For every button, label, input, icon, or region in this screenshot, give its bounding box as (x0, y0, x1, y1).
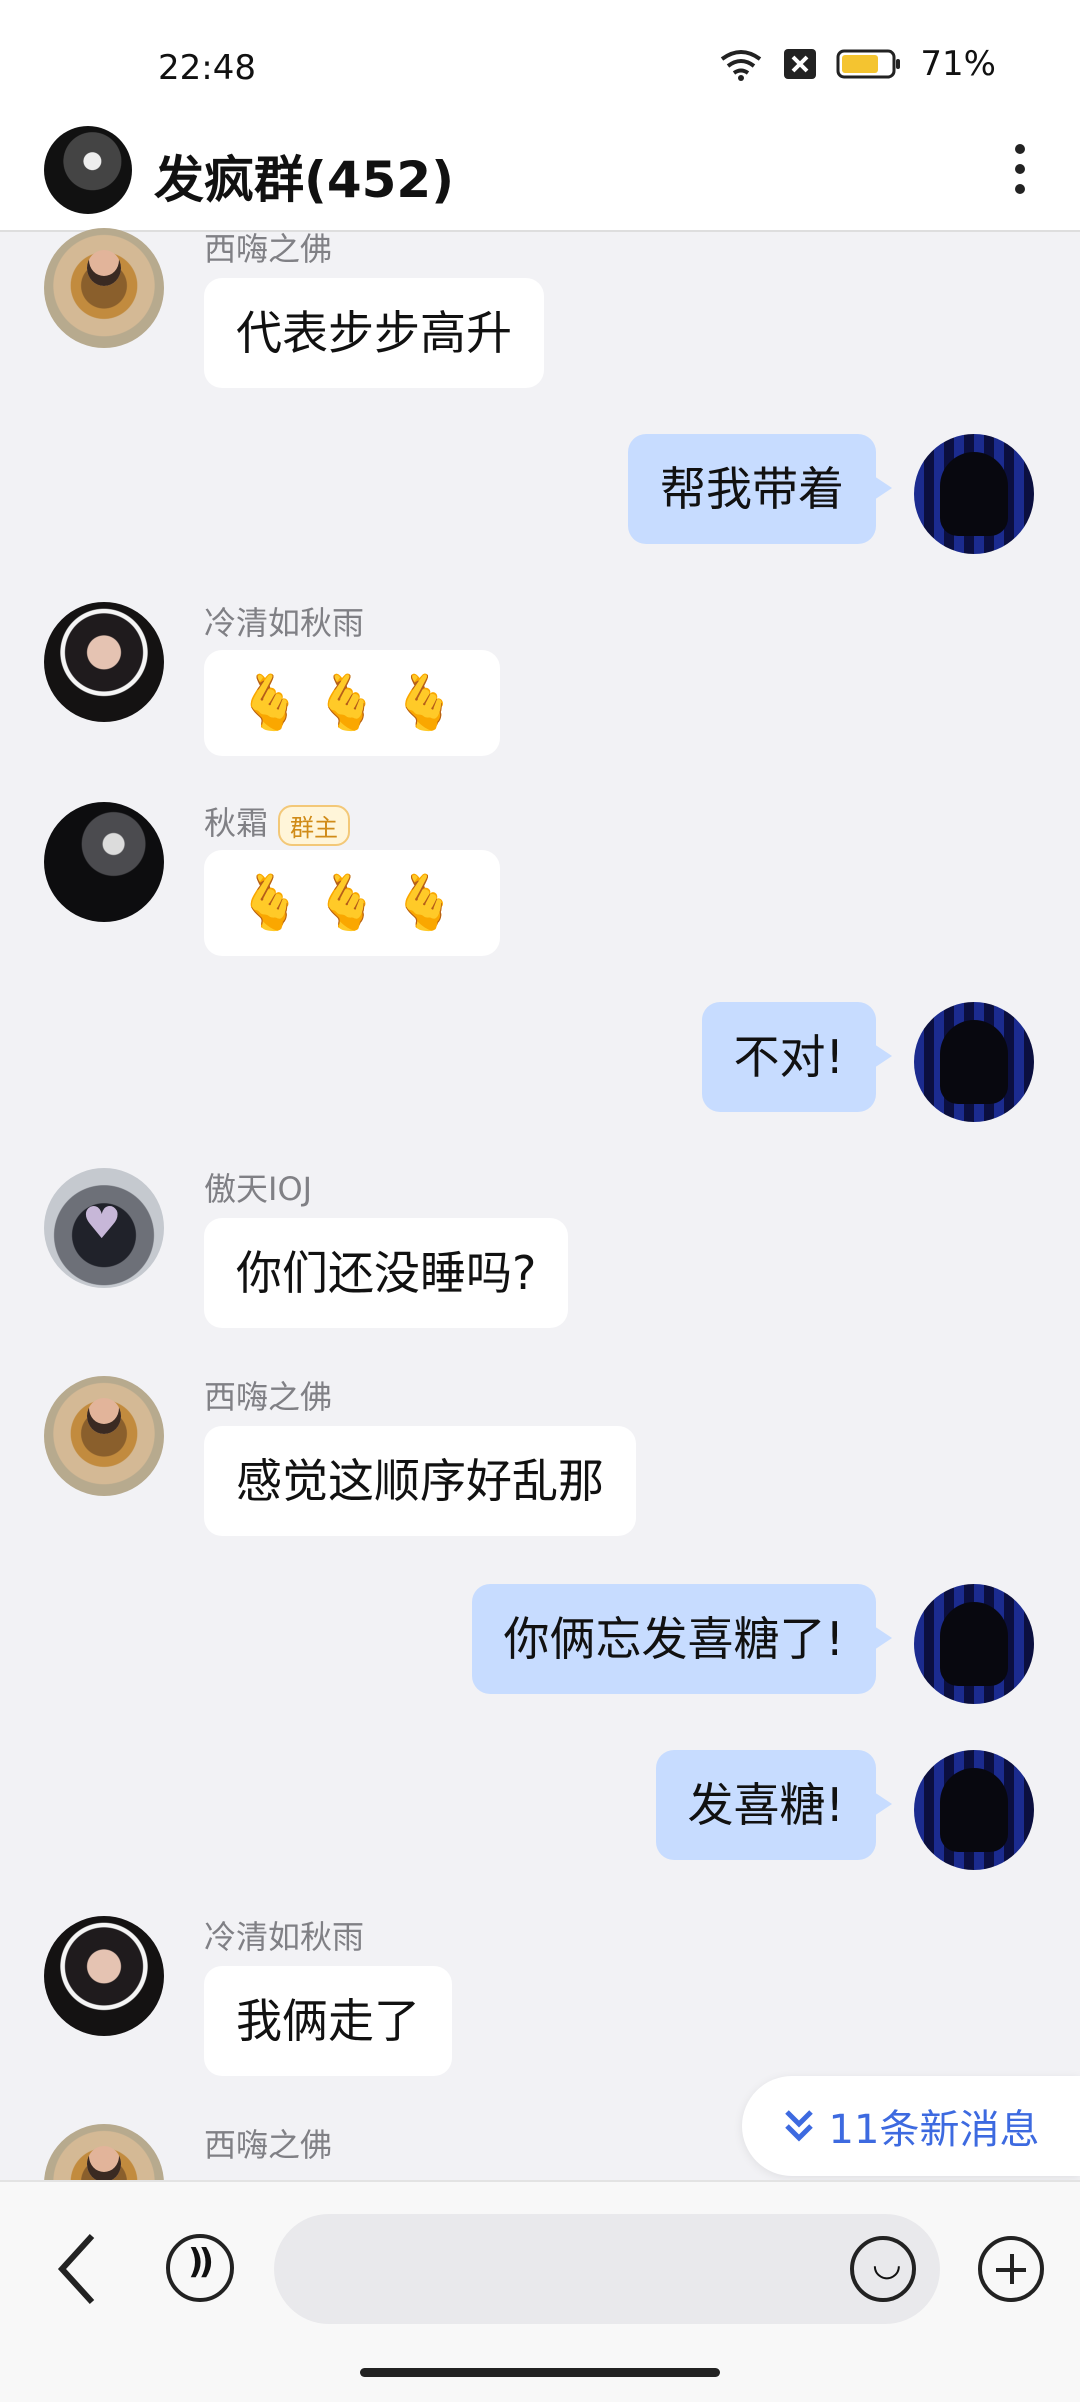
message-bubble[interactable]: 感觉这顺序好乱那 (204, 1426, 636, 1536)
new-messages-button[interactable]: 11条新消息 (742, 2076, 1080, 2176)
emoji-button[interactable] (850, 2236, 916, 2302)
more-icon (1015, 144, 1025, 154)
message-bubble[interactable]: 🫰🫰🫰 (204, 850, 500, 956)
sender-avatar[interactable] (44, 1168, 164, 1288)
sender-name: 秋霜 群主 (204, 798, 351, 846)
message-bubble[interactable]: 🫰🫰🫰 (204, 650, 500, 756)
sender-name: 冷清如秋雨 (204, 604, 365, 642)
message-bubble[interactable]: 我俩走了 (204, 1966, 452, 2076)
sender-avatar[interactable] (44, 1916, 164, 2036)
my-message-bubble[interactable]: 帮我带着 (628, 434, 892, 544)
message-bubble[interactable]: 代表步步高升 (204, 278, 544, 388)
wifi-icon (721, 50, 762, 81)
sender-avatar[interactable] (44, 602, 164, 722)
plus-button[interactable] (978, 2236, 1044, 2302)
sender-name-text: 秋霜 (204, 804, 269, 842)
message-bubble[interactable]: 你们还没睡吗? (204, 1218, 569, 1328)
back-icon (57, 2233, 95, 2305)
group-title[interactable]: 发疯群(452) (154, 140, 454, 212)
new-messages-label: 11条新消息 (828, 2107, 1040, 2153)
sender-name: 西嗨之佛 (204, 230, 333, 268)
double-chevron-down-icon (784, 2110, 813, 2142)
sender-avatar[interactable] (44, 802, 164, 922)
status-icons: 71% (718, 44, 996, 84)
sender-name: 西嗨之佛 (204, 2126, 333, 2164)
sender-name: 西嗨之佛 (204, 1378, 333, 1416)
sender-name: 傲天IOJ (204, 1170, 313, 1208)
sender-avatar[interactable] (44, 1376, 164, 1496)
battery-icon (836, 49, 901, 79)
sim-off-icon (784, 49, 817, 79)
my-avatar[interactable] (914, 434, 1034, 554)
back-button[interactable] (48, 2224, 108, 2314)
sender-avatar[interactable] (44, 228, 164, 348)
more-button[interactable] (1004, 134, 1036, 214)
group-avatar[interactable] (44, 126, 132, 214)
my-message-bubble[interactable]: 你俩忘发喜糖了! (471, 1584, 893, 1694)
my-avatar[interactable] (914, 1002, 1034, 1122)
my-message-bubble[interactable]: 不对! (701, 1002, 893, 1112)
status-time: 22:48 (158, 48, 256, 88)
message-input[interactable] (274, 2214, 940, 2324)
battery-percent: 71% (920, 44, 996, 84)
sender-name: 冷清如秋雨 (204, 1918, 365, 1956)
my-avatar[interactable] (914, 1584, 1034, 1704)
my-avatar[interactable] (914, 1750, 1034, 1870)
my-message-bubble[interactable]: 发喜糖! (655, 1750, 893, 1860)
voice-button[interactable] (166, 2234, 234, 2302)
home-indicator[interactable] (360, 2368, 720, 2377)
owner-badge: 群主 (278, 804, 351, 846)
